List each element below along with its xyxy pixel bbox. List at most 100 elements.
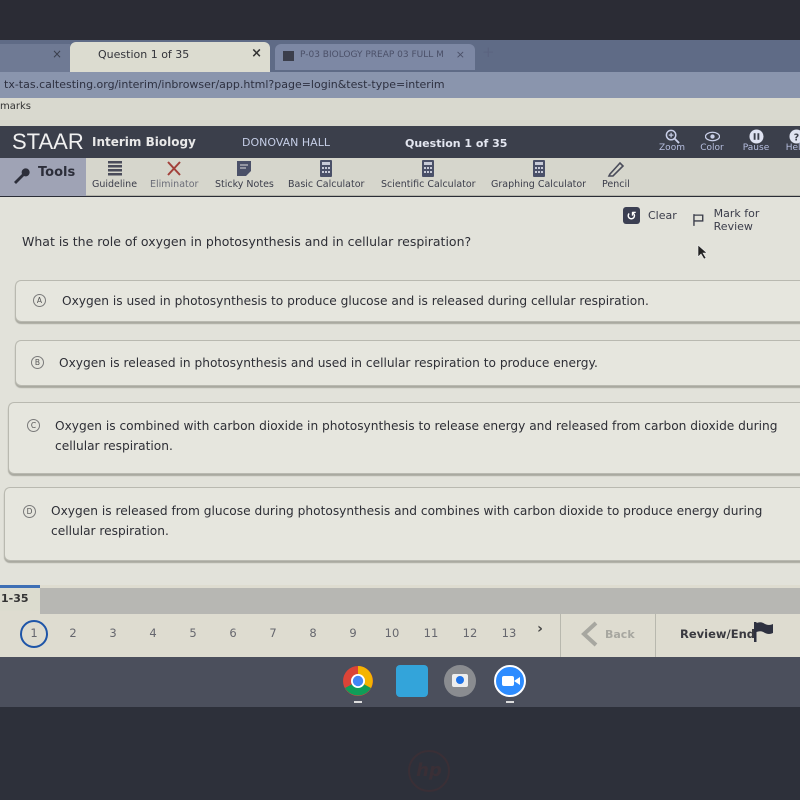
range-tab-1-35[interactable]: 1-35 [0, 585, 40, 611]
question-number[interactable]: 13 [494, 626, 524, 640]
pencil-tool[interactable]: Pencil [602, 160, 630, 190]
question-number[interactable]: 8 [298, 626, 328, 640]
back-button[interactable]: Back [580, 621, 635, 647]
pencil-icon [607, 161, 625, 177]
zoom-button[interactable]: Zoom [652, 126, 692, 153]
mark-for-review-button[interactable]: Mark for Review [692, 207, 800, 233]
camera-app-icon[interactable] [444, 665, 476, 697]
answer-option-d[interactable]: D Oxygen is released from glucose during… [4, 487, 800, 561]
close-tab-icon[interactable]: × [251, 46, 262, 61]
tools-menu-button[interactable]: Tools [0, 158, 86, 196]
review-end-button[interactable]: Review/End [680, 627, 755, 641]
zoom-label: Zoom [659, 143, 685, 153]
eliminator-x-icon [167, 161, 181, 176]
basic-calculator-label: Basic Calculator [288, 179, 365, 190]
option-letter-badge: A [33, 294, 46, 307]
graphing-calculator-tool[interactable]: Graphing Calculator [491, 160, 586, 190]
camera-lens [456, 676, 464, 684]
next-page-chevron-icon[interactable]: › [528, 621, 552, 645]
mouse-cursor-icon [697, 244, 708, 260]
question-prompt: What is the role of oxygen in photosynth… [22, 234, 472, 249]
question-number[interactable]: 3 [98, 626, 128, 640]
bookmarks-bar: marks [0, 98, 800, 120]
guideline-icon [107, 161, 122, 176]
option-text: Oxygen is released in photosynthesis and… [59, 356, 598, 370]
color-label: Color [700, 143, 724, 153]
eliminator-label: Eliminator [150, 179, 199, 190]
answer-option-c[interactable]: C Oxygen is combined with carbon dioxide… [8, 402, 800, 474]
calculator-icon [532, 160, 545, 177]
question-number[interactable]: 2 [58, 626, 88, 640]
tools-label: Tools [38, 165, 76, 180]
tab-title: P-03 BIOLOGY PREAP 03 FULL M [300, 50, 444, 60]
question-number[interactable]: 7 [258, 626, 288, 640]
video-camera-lens [514, 677, 520, 685]
calculator-icon [422, 160, 435, 177]
divider [655, 614, 656, 657]
question-panel: ↺ Clear Mark for Review What is the role… [0, 197, 800, 585]
question-number[interactable]: 6 [218, 626, 248, 640]
color-button[interactable]: Color [692, 126, 732, 153]
mark-for-review-label: Mark for Review [713, 207, 760, 233]
sticky-note-icon [237, 161, 252, 176]
scientific-calculator-tool[interactable]: Scientific Calculator [381, 160, 476, 190]
zoom-icon [665, 129, 680, 144]
guideline-tool[interactable]: Guideline [92, 160, 137, 190]
answer-option-b[interactable]: B Oxygen is released in photosynthesis a… [15, 340, 800, 386]
address-bar[interactable]: tx-tas.caltesting.org/interim/inbrowser/… [0, 72, 800, 98]
clear-button[interactable]: ↺ Clear [623, 207, 677, 224]
app-header: STAAR Interim Biology DONOVAN HALL Quest… [0, 120, 800, 160]
monitor-bezel-top [0, 0, 800, 42]
clear-label: Clear [648, 209, 677, 222]
eliminator-tool[interactable]: Eliminator [150, 160, 198, 190]
course-name: Interim Biology [92, 135, 196, 149]
browser-tab-strip: × Question 1 of 35 × P-03 BIOLOGY PREAP … [0, 40, 800, 72]
bookmarks-label[interactable]: marks [0, 101, 31, 112]
staar-logo: STAAR [12, 129, 84, 154]
answer-option-a[interactable]: A Oxygen is used in photosynthesis to pr… [15, 280, 800, 322]
os-shelf [0, 657, 800, 707]
question-number[interactable]: 10 [377, 626, 407, 640]
flag-icon [754, 622, 773, 642]
divider [560, 614, 561, 657]
close-tab-icon[interactable]: × [456, 48, 465, 61]
question-number-current[interactable]: 1 [20, 620, 48, 648]
option-text: Oxygen is used in photosynthesis to prod… [62, 294, 649, 308]
back-label: Back [605, 627, 635, 641]
question-number[interactable]: 9 [338, 626, 368, 640]
zoom-meetings-icon[interactable] [494, 665, 526, 697]
flag-outline-icon [693, 214, 704, 226]
running-indicator [506, 701, 514, 703]
pause-label: Pause [742, 143, 770, 153]
range-bar [40, 588, 800, 614]
browser-tab-previous[interactable]: × [0, 44, 70, 72]
question-number[interactable]: 5 [178, 626, 208, 640]
help-button[interactable]: ? Help [776, 126, 800, 153]
browser-tab-active[interactable]: Question 1 of 35 × [70, 42, 270, 72]
new-tab-button[interactable]: + [482, 43, 495, 61]
sticky-notes-tool[interactable]: Sticky Notes [215, 160, 274, 190]
chevron-left-icon [581, 621, 598, 647]
browser-tab-biology[interactable]: P-03 BIOLOGY PREAP 03 FULL M × [275, 44, 475, 70]
option-letter-badge: D [23, 505, 36, 518]
cloud-app-icon[interactable] [396, 665, 428, 697]
running-indicator [354, 701, 362, 703]
sticky-notes-label: Sticky Notes [215, 179, 274, 190]
close-tab-icon[interactable]: × [52, 47, 62, 61]
option-text: Oxygen is combined with carbon dioxide i… [55, 419, 778, 453]
question-navigation: 1-35 1 2 3 4 5 6 7 8 9 10 11 12 13 › Bac… [0, 585, 800, 657]
question-number[interactable]: 11 [416, 626, 446, 640]
eye-icon [704, 131, 720, 142]
scientific-calculator-label: Scientific Calculator [381, 179, 476, 190]
tab-title: Question 1 of 35 [98, 48, 190, 61]
pencil-label: Pencil [602, 179, 630, 190]
header-bar: STAAR Interim Biology DONOVAN HALL Quest… [0, 126, 800, 158]
help-label: Help [785, 143, 800, 153]
url-text[interactable]: tx-tas.caltesting.org/interim/inbrowser/… [4, 78, 445, 91]
question-number[interactable]: 12 [455, 626, 485, 640]
basic-calculator-tool[interactable]: Basic Calculator [288, 160, 364, 190]
chrome-icon[interactable] [342, 665, 374, 697]
pause-button[interactable]: Pause [736, 126, 776, 153]
option-text: Oxygen is released from glucose during p… [51, 504, 763, 538]
question-number[interactable]: 4 [138, 626, 168, 640]
